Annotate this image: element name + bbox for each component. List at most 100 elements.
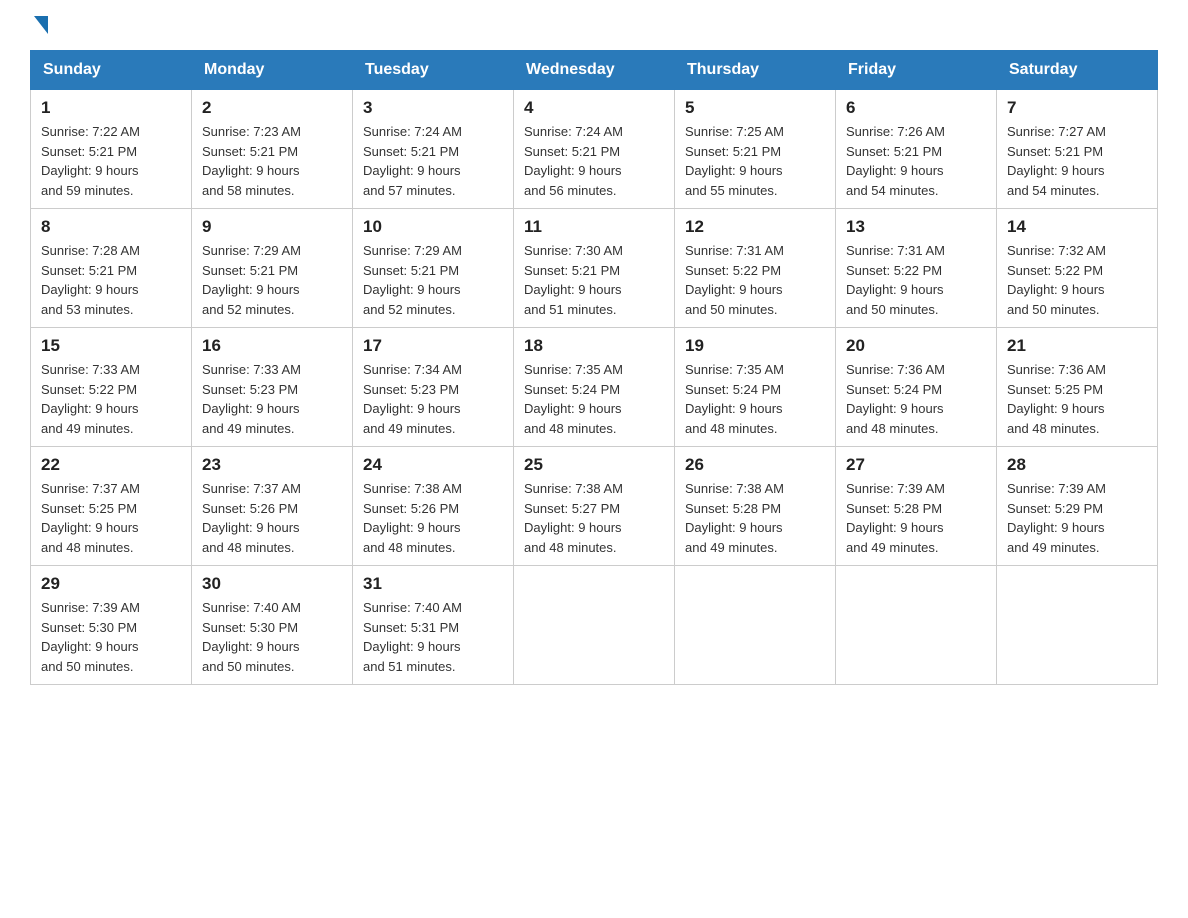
day-info: Sunrise: 7:29 AMSunset: 5:21 PMDaylight:… bbox=[202, 241, 342, 319]
calendar-cell: 16 Sunrise: 7:33 AMSunset: 5:23 PMDayligh… bbox=[192, 328, 353, 447]
calendar-cell: 20Sunrise: 7:36 AMSunset: 5:24 PMDayligh… bbox=[836, 328, 997, 447]
weekday-header-saturday: Saturday bbox=[997, 51, 1158, 90]
day-info: Sunrise: 7:31 AMSunset: 5:22 PMDaylight:… bbox=[846, 241, 986, 319]
day-info: Sunrise: 7:36 AMSunset: 5:25 PMDaylight:… bbox=[1007, 360, 1147, 438]
calendar-cell: 11 Sunrise: 7:30 AMSunset: 5:21 PMDayligh… bbox=[514, 209, 675, 328]
week-row-4: 22 Sunrise: 7:37 AMSunset: 5:25 PMDayligh… bbox=[31, 447, 1158, 566]
day-info: Sunrise: 7:25 AMSunset: 5:21 PMDaylight:… bbox=[685, 122, 825, 200]
week-row-3: 15 Sunrise: 7:33 AMSunset: 5:22 PMDayligh… bbox=[31, 328, 1158, 447]
calendar-cell bbox=[514, 566, 675, 685]
calendar-cell bbox=[997, 566, 1158, 685]
week-row-2: 8Sunrise: 7:28 AMSunset: 5:21 PMDaylight… bbox=[31, 209, 1158, 328]
calendar-cell: 28 Sunrise: 7:39 AMSunset: 5:29 PMDayligh… bbox=[997, 447, 1158, 566]
calendar-cell: 31Sunrise: 7:40 AMSunset: 5:31 PMDayligh… bbox=[353, 566, 514, 685]
logo-triangle-icon bbox=[34, 16, 48, 34]
day-number: 5 bbox=[685, 98, 825, 118]
day-number: 24 bbox=[363, 455, 503, 475]
calendar-cell: 4 Sunrise: 7:24 AMSunset: 5:21 PMDaylight… bbox=[514, 90, 675, 209]
calendar-cell: 18Sunrise: 7:35 AMSunset: 5:24 PMDayligh… bbox=[514, 328, 675, 447]
day-info: Sunrise: 7:39 AMSunset: 5:29 PMDaylight:… bbox=[1007, 479, 1147, 557]
calendar-cell: 6 Sunrise: 7:26 AMSunset: 5:21 PMDaylight… bbox=[836, 90, 997, 209]
day-number: 10 bbox=[363, 217, 503, 237]
day-number: 6 bbox=[846, 98, 986, 118]
day-number: 14 bbox=[1007, 217, 1147, 237]
week-row-5: 29Sunrise: 7:39 AMSunset: 5:30 PMDayligh… bbox=[31, 566, 1158, 685]
calendar-cell: 9 Sunrise: 7:29 AMSunset: 5:21 PMDaylight… bbox=[192, 209, 353, 328]
calendar-cell: 19Sunrise: 7:35 AMSunset: 5:24 PMDayligh… bbox=[675, 328, 836, 447]
day-number: 17 bbox=[363, 336, 503, 356]
day-info: Sunrise: 7:33 AMSunset: 5:23 PMDaylight:… bbox=[202, 360, 342, 438]
calendar-cell: 26Sunrise: 7:38 AMSunset: 5:28 PMDayligh… bbox=[675, 447, 836, 566]
day-info: Sunrise: 7:39 AMSunset: 5:28 PMDaylight:… bbox=[846, 479, 986, 557]
calendar-cell: 21 Sunrise: 7:36 AMSunset: 5:25 PMDayligh… bbox=[997, 328, 1158, 447]
calendar-table: SundayMondayTuesdayWednesdayThursdayFrid… bbox=[30, 50, 1158, 685]
day-number: 2 bbox=[202, 98, 342, 118]
calendar-cell: 12 Sunrise: 7:31 AMSunset: 5:22 PMDayligh… bbox=[675, 209, 836, 328]
weekday-header-friday: Friday bbox=[836, 51, 997, 90]
day-number: 4 bbox=[524, 98, 664, 118]
header bbox=[30, 20, 1158, 34]
week-row-1: 1 Sunrise: 7:22 AMSunset: 5:21 PMDaylight… bbox=[31, 90, 1158, 209]
calendar-cell: 27 Sunrise: 7:39 AMSunset: 5:28 PMDayligh… bbox=[836, 447, 997, 566]
day-info: Sunrise: 7:30 AMSunset: 5:21 PMDaylight:… bbox=[524, 241, 664, 319]
day-info: Sunrise: 7:23 AMSunset: 5:21 PMDaylight:… bbox=[202, 122, 342, 200]
calendar-cell: 24 Sunrise: 7:38 AMSunset: 5:26 PMDayligh… bbox=[353, 447, 514, 566]
day-info: Sunrise: 7:31 AMSunset: 5:22 PMDaylight:… bbox=[685, 241, 825, 319]
day-number: 23 bbox=[202, 455, 342, 475]
day-info: Sunrise: 7:32 AMSunset: 5:22 PMDaylight:… bbox=[1007, 241, 1147, 319]
day-number: 8 bbox=[41, 217, 181, 237]
calendar-cell: 25 Sunrise: 7:38 AMSunset: 5:27 PMDayligh… bbox=[514, 447, 675, 566]
weekday-header-tuesday: Tuesday bbox=[353, 51, 514, 90]
day-number: 25 bbox=[524, 455, 664, 475]
day-number: 27 bbox=[846, 455, 986, 475]
day-number: 31 bbox=[363, 574, 503, 594]
day-number: 30 bbox=[202, 574, 342, 594]
day-number: 9 bbox=[202, 217, 342, 237]
day-info: Sunrise: 7:37 AMSunset: 5:26 PMDaylight:… bbox=[202, 479, 342, 557]
logo bbox=[30, 20, 48, 34]
weekday-header-wednesday: Wednesday bbox=[514, 51, 675, 90]
day-info: Sunrise: 7:38 AMSunset: 5:26 PMDaylight:… bbox=[363, 479, 503, 557]
calendar-cell: 7 Sunrise: 7:27 AMSunset: 5:21 PMDaylight… bbox=[997, 90, 1158, 209]
day-info: Sunrise: 7:26 AMSunset: 5:21 PMDaylight:… bbox=[846, 122, 986, 200]
day-number: 12 bbox=[685, 217, 825, 237]
day-number: 7 bbox=[1007, 98, 1147, 118]
day-info: Sunrise: 7:40 AMSunset: 5:30 PMDaylight:… bbox=[202, 598, 342, 676]
day-number: 11 bbox=[524, 217, 664, 237]
calendar-cell: 30 Sunrise: 7:40 AMSunset: 5:30 PMDayligh… bbox=[192, 566, 353, 685]
day-info: Sunrise: 7:38 AMSunset: 5:28 PMDaylight:… bbox=[685, 479, 825, 557]
day-info: Sunrise: 7:39 AMSunset: 5:30 PMDaylight:… bbox=[41, 598, 181, 676]
day-info: Sunrise: 7:27 AMSunset: 5:21 PMDaylight:… bbox=[1007, 122, 1147, 200]
calendar-cell: 17 Sunrise: 7:34 AMSunset: 5:23 PMDayligh… bbox=[353, 328, 514, 447]
day-info: Sunrise: 7:34 AMSunset: 5:23 PMDaylight:… bbox=[363, 360, 503, 438]
day-number: 1 bbox=[41, 98, 181, 118]
day-info: Sunrise: 7:38 AMSunset: 5:27 PMDaylight:… bbox=[524, 479, 664, 557]
calendar-cell bbox=[675, 566, 836, 685]
calendar-cell: 14 Sunrise: 7:32 AMSunset: 5:22 PMDayligh… bbox=[997, 209, 1158, 328]
calendar-cell: 23 Sunrise: 7:37 AMSunset: 5:26 PMDayligh… bbox=[192, 447, 353, 566]
day-number: 28 bbox=[1007, 455, 1147, 475]
day-number: 13 bbox=[846, 217, 986, 237]
calendar-cell: 22 Sunrise: 7:37 AMSunset: 5:25 PMDayligh… bbox=[31, 447, 192, 566]
day-info: Sunrise: 7:33 AMSunset: 5:22 PMDaylight:… bbox=[41, 360, 181, 438]
day-number: 3 bbox=[363, 98, 503, 118]
calendar-cell: 29Sunrise: 7:39 AMSunset: 5:30 PMDayligh… bbox=[31, 566, 192, 685]
calendar-cell: 10 Sunrise: 7:29 AMSunset: 5:21 PMDayligh… bbox=[353, 209, 514, 328]
calendar-cell bbox=[836, 566, 997, 685]
day-number: 19 bbox=[685, 336, 825, 356]
weekday-header-monday: Monday bbox=[192, 51, 353, 90]
day-info: Sunrise: 7:35 AMSunset: 5:24 PMDaylight:… bbox=[524, 360, 664, 438]
calendar-cell: 8Sunrise: 7:28 AMSunset: 5:21 PMDaylight… bbox=[31, 209, 192, 328]
day-info: Sunrise: 7:24 AMSunset: 5:21 PMDaylight:… bbox=[524, 122, 664, 200]
day-info: Sunrise: 7:29 AMSunset: 5:21 PMDaylight:… bbox=[363, 241, 503, 319]
day-info: Sunrise: 7:37 AMSunset: 5:25 PMDaylight:… bbox=[41, 479, 181, 557]
day-number: 16 bbox=[202, 336, 342, 356]
weekday-header-row: SundayMondayTuesdayWednesdayThursdayFrid… bbox=[31, 51, 1158, 90]
day-info: Sunrise: 7:22 AMSunset: 5:21 PMDaylight:… bbox=[41, 122, 181, 200]
day-number: 15 bbox=[41, 336, 181, 356]
weekday-header-sunday: Sunday bbox=[31, 51, 192, 90]
day-number: 22 bbox=[41, 455, 181, 475]
calendar-cell: 2 Sunrise: 7:23 AMSunset: 5:21 PMDaylight… bbox=[192, 90, 353, 209]
day-info: Sunrise: 7:24 AMSunset: 5:21 PMDaylight:… bbox=[363, 122, 503, 200]
day-number: 21 bbox=[1007, 336, 1147, 356]
